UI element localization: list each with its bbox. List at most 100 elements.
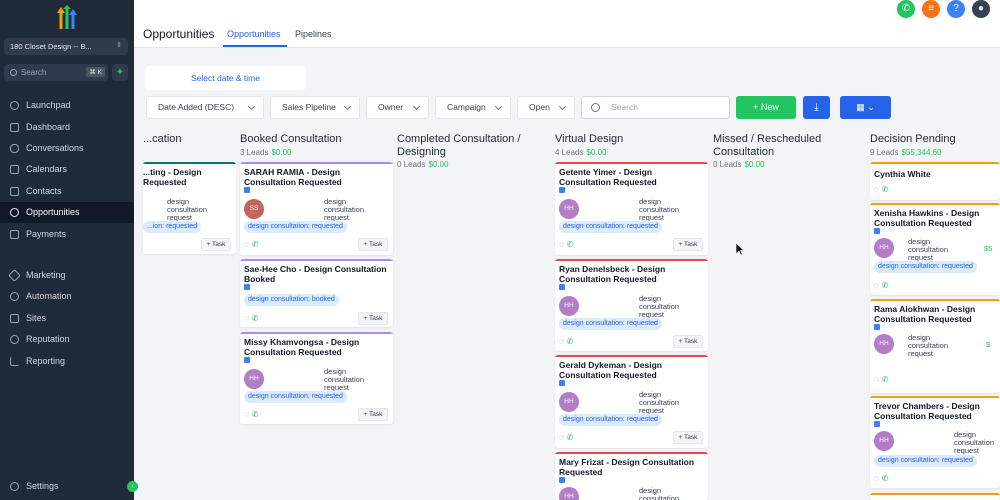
add-task-button[interactable]: + Task: [673, 238, 703, 251]
add-task-button[interactable]: + Task: [673, 335, 703, 348]
opportunity-card[interactable]: Mary Frizat - Design Consultation Reques…: [555, 452, 708, 500]
column-title: Decision Pending: [870, 133, 956, 145]
tab-pipelines[interactable]: Pipelines: [295, 29, 332, 39]
opportunity-card[interactable]: Getente Yimer - Design Consultation Requ…: [555, 162, 708, 255]
dashboard-icon: [10, 123, 19, 132]
page-title: Opportunities: [143, 27, 215, 41]
message-icon[interactable]: ◌: [559, 433, 564, 442]
select-date-button[interactable]: Select date & time: [145, 66, 306, 90]
phone-icon[interactable]: ✆: [567, 433, 574, 442]
phone-icon[interactable]: ✆: [882, 185, 889, 194]
sidebar-collapse-button[interactable]: ‹: [127, 481, 138, 492]
campaign-dropdown[interactable]: Campaign: [435, 96, 511, 119]
card-source: design consultation request: [954, 430, 995, 455]
opportunity-card[interactable]: ...ting - Design Requested design consul…: [143, 162, 236, 254]
phone-icon[interactable]: ✆: [567, 240, 574, 249]
phone-button[interactable]: ✆: [897, 0, 915, 18]
sort-dropdown[interactable]: Date Added (DESC): [146, 96, 264, 119]
opportunity-card[interactable]: Rama Alokhwan - Design Consultation Requ…: [870, 299, 1000, 393]
message-icon[interactable]: ◌: [244, 240, 249, 249]
sidebar-item-conversations[interactable]: Conversations: [0, 138, 134, 159]
message-icon[interactable]: ◌: [874, 281, 879, 290]
phone-icon[interactable]: ✆: [252, 410, 259, 419]
opportunity-card[interactable]: SARAH RAMIA - Design Consultation Reques…: [240, 162, 393, 255]
add-task-button[interactable]: + Task: [358, 408, 388, 421]
card-title: Rama Alokhwan - Design Consultation Requ…: [874, 304, 976, 324]
sidebar-item-opportunities[interactable]: Opportunities: [0, 202, 134, 223]
pipeline-dropdown[interactable]: Sales Pipeline: [270, 96, 360, 119]
opportunity-card[interactable]: Gerald Dykeman - Design Consultation Req…: [555, 355, 708, 448]
location-switcher[interactable]: 180 Closet Design -- B... ⇕: [4, 38, 128, 55]
opportunity-card[interactable]: Trevor Chambers - Design Consultation Re…: [870, 396, 1000, 488]
opportunity-card[interactable]: [870, 493, 1000, 500]
message-icon[interactable]: ◌: [559, 240, 564, 249]
add-task-button[interactable]: + Task: [358, 238, 388, 251]
phone-icon[interactable]: ✆: [882, 281, 889, 290]
sidebar-item-settings[interactable]: Settings: [0, 476, 134, 497]
payments-icon: [10, 230, 19, 239]
message-icon[interactable]: ◌: [559, 337, 564, 346]
message-icon[interactable]: ◌: [244, 314, 249, 323]
card-tag: design consultation: requested: [874, 261, 977, 273]
opportunity-card[interactable]: Sae-Hee Cho - Design Consultation Booked…: [240, 259, 393, 327]
view-switcher-button[interactable]: ▦ ⌄: [840, 96, 891, 119]
app-logo[interactable]: [55, 5, 79, 31]
ai-assistant-button[interactable]: ✦: [112, 64, 128, 81]
opportunity-card[interactable]: Missy Khamvongsa - Design Consultation R…: [240, 332, 393, 424]
sidebar-item-reporting[interactable]: Reporting: [0, 351, 134, 372]
add-task-button[interactable]: + Task: [673, 431, 703, 444]
owner-dropdown[interactable]: Owner: [366, 96, 429, 119]
message-icon[interactable]: ◌: [874, 474, 879, 483]
help-button[interactable]: ?: [947, 0, 965, 18]
notifications-button[interactable]: ≡: [922, 0, 940, 18]
card-source: design consultation request: [639, 294, 680, 319]
sidebar-search[interactable]: Search ⌘ K: [4, 64, 108, 81]
phone-icon[interactable]: ✆: [252, 240, 259, 249]
lead-count: 3 Leads: [240, 148, 269, 157]
phone-icon[interactable]: ✆: [882, 375, 889, 384]
column-title: Booked Consultation: [240, 133, 342, 145]
card-tag: design consultation: requested: [244, 391, 347, 403]
lock-icon: [559, 477, 565, 483]
message-icon[interactable]: ◌: [874, 185, 879, 194]
card-title: Trevor Chambers - Design Consultation Re…: [874, 401, 980, 421]
tab-opportunities[interactable]: Opportunities: [227, 29, 281, 39]
sidebar-item-dashboard[interactable]: Dashboard: [0, 117, 134, 138]
card-actions: ◌ ✆: [874, 281, 888, 290]
sidebar-item-contacts[interactable]: Contacts: [0, 181, 134, 202]
message-icon[interactable]: ◌: [244, 410, 249, 419]
sidebar-item-marketing[interactable]: Marketing: [0, 265, 134, 286]
sidebar-item-calendars[interactable]: Calendars: [0, 159, 134, 180]
chat-icon: [10, 144, 19, 153]
card-status-bar: [240, 332, 393, 334]
message-icon[interactable]: ◌: [874, 375, 879, 384]
lead-count: 9 Leads: [870, 148, 899, 157]
phone-icon[interactable]: ✆: [252, 314, 259, 323]
pipeline-dropdown-label: Sales Pipeline: [282, 102, 336, 112]
mouse-cursor-icon: [736, 243, 745, 256]
sidebar-item-label: Contacts: [26, 186, 62, 196]
new-opportunity-button[interactable]: + New: [736, 96, 796, 119]
sidebar-item-reputation[interactable]: Reputation: [0, 329, 134, 350]
opportunity-card[interactable]: Xenisha Hawkins - Design Consultation Re…: [870, 203, 1000, 295]
add-task-button[interactable]: + Task: [201, 238, 231, 251]
user-avatar[interactable]: ●: [972, 0, 990, 18]
add-task-button[interactable]: + Task: [358, 312, 388, 325]
opportunity-card[interactable]: Cynthia White ◌ ✆: [870, 162, 1000, 200]
phone-icon[interactable]: ✆: [567, 337, 574, 346]
opportunity-card[interactable]: Ryan Denelsbeck - Design Consultation Re…: [555, 259, 708, 351]
column-title: Virtual Design: [555, 133, 624, 145]
status-dropdown[interactable]: Open: [517, 96, 575, 119]
card-status-bar: [555, 355, 708, 357]
phone-icon[interactable]: ✆: [882, 474, 889, 483]
sidebar-item-automation[interactable]: Automation: [0, 286, 134, 307]
sidebar-item-launchpad[interactable]: Launchpad: [0, 95, 134, 116]
card-title: Gerald Dykeman - Design Consultation Req…: [559, 360, 662, 380]
search-input[interactable]: Search: [581, 96, 730, 119]
sidebar-item-payments[interactable]: Payments: [0, 224, 134, 245]
lock-icon: [244, 284, 250, 290]
column-amount: $0.00: [428, 160, 449, 169]
sidebar-item-sites[interactable]: Sites: [0, 308, 134, 329]
sidebar-item-label: Sites: [26, 313, 47, 323]
import-button[interactable]: ⤓: [803, 96, 830, 119]
